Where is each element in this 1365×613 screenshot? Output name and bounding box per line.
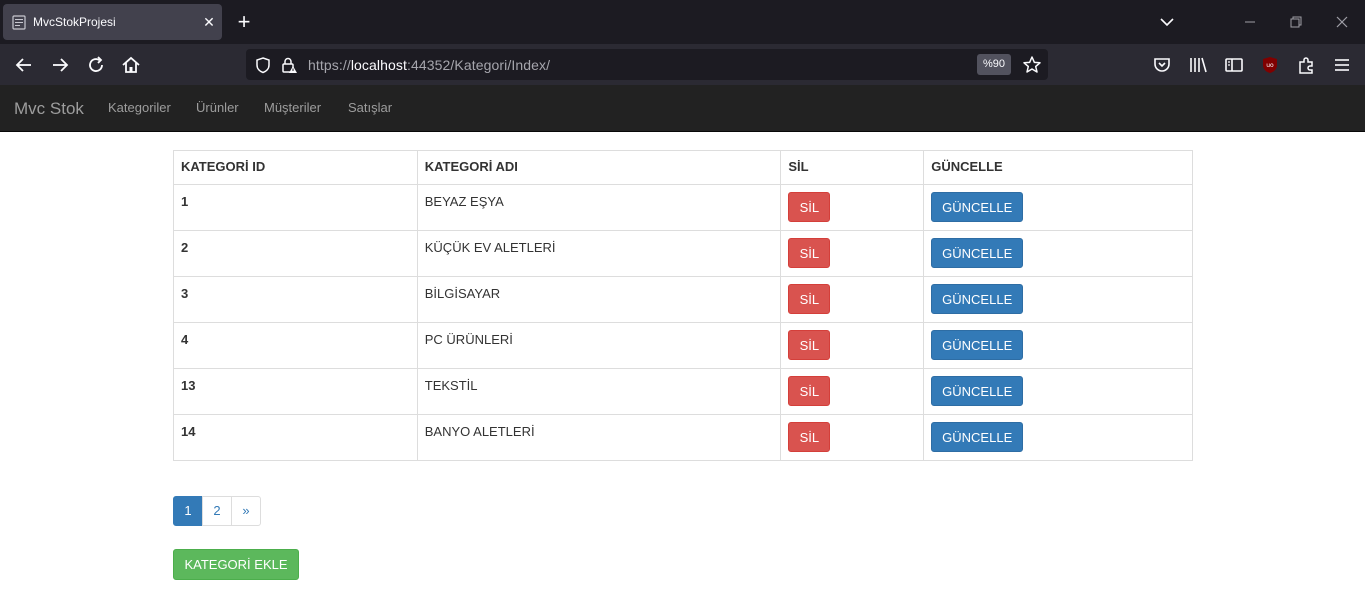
category-name-cell: BANYO ALETLERİ [416,414,782,461]
update-cell: GÜNCELLE [923,368,1193,415]
url-text[interactable]: https://localhost:44352/Kategori/Index/ [308,57,550,73]
star-icon[interactable] [1022,55,1042,75]
update-button[interactable]: GÜNCELLE [931,422,1024,452]
category-name-cell: TEKSTİL [416,368,782,415]
delete-button[interactable]: SİL [788,238,831,268]
new-tab-icon[interactable]: + [233,11,255,33]
site-navbar: Mvc Stok Kategoriler Ürünler Müşteriler … [0,85,1365,132]
delete-cell: SİL [780,414,925,461]
category-id-cell: 13 [173,368,418,415]
shield-icon[interactable] [254,56,272,74]
page-2-button[interactable]: 2 [202,496,232,526]
home-icon[interactable] [119,53,143,77]
update-cell: GÜNCELLE [923,184,1193,231]
pocket-icon[interactable] [1150,53,1174,77]
category-name-cell: BEYAZ EŞYA [416,184,782,231]
window-close-icon[interactable] [1332,12,1352,32]
forward-icon[interactable] [48,53,72,77]
svg-text:uo: uo [1266,62,1274,69]
browser-tab-bar: MvcStokProjesi ✕ + [0,0,1365,44]
update-button[interactable]: GÜNCELLE [931,376,1024,406]
category-id-cell: 1 [173,184,418,231]
delete-button[interactable]: SİL [788,330,831,360]
ublock-icon[interactable]: uo [1258,53,1282,77]
update-cell: GÜNCELLE [923,230,1193,277]
nav-link-urunler[interactable]: Ürünler [196,100,239,115]
delete-cell: SİL [780,184,925,231]
page-icon [12,15,26,30]
pagination: 1 2 » [173,496,261,526]
header-category-id: KATEGORİ ID [173,150,418,185]
category-name-cell: BİLGİSAYAR [416,276,782,323]
table-header-row: KATEGORİ ID KATEGORİ ADI SİL GÜNCELLE [173,150,1193,185]
url-prefix: https:// [308,57,351,73]
update-cell: GÜNCELLE [923,276,1193,323]
category-name-cell: PC ÜRÜNLERİ [416,322,782,369]
add-category-button[interactable]: KATEGORİ EKLE [173,549,299,580]
table-row: 3 BİLGİSAYAR SİL GÜNCELLE [173,276,1193,323]
url-host: localhost [350,57,407,73]
nav-link-kategoriler[interactable]: Kategoriler [108,100,171,115]
delete-button[interactable]: SİL [788,376,831,406]
table-row: 13 TEKSTİL SİL GÜNCELLE [173,368,1193,415]
chevron-down-icon[interactable] [1157,12,1177,32]
sidebar-icon[interactable] [1222,53,1246,77]
nav-link-satislar[interactable]: Satışlar [348,100,392,115]
lock-warning-icon[interactable] [280,56,298,74]
restore-icon[interactable] [1286,12,1306,32]
browser-toolbar: https://localhost:44352/Kategori/Index/ … [0,44,1365,85]
table-row: 4 PC ÜRÜNLERİ SİL GÜNCELLE [173,322,1193,369]
update-cell: GÜNCELLE [923,414,1193,461]
url-bar[interactable]: https://localhost:44352/Kategori/Index/ … [246,49,1048,80]
tab-title: MvcStokProjesi [33,15,116,29]
brand-link[interactable]: Mvc Stok [14,99,84,119]
header-update: GÜNCELLE [923,150,1193,185]
delete-button[interactable]: SİL [788,284,831,314]
category-id-cell: 3 [173,276,418,323]
menu-icon[interactable] [1330,53,1354,77]
update-button[interactable]: GÜNCELLE [931,284,1024,314]
minimize-icon[interactable] [1240,12,1260,32]
table-row: 1 BEYAZ EŞYA SİL GÜNCELLE [173,184,1193,231]
update-button[interactable]: GÜNCELLE [931,330,1024,360]
header-category-name: KATEGORİ ADI [416,150,782,185]
update-button[interactable]: GÜNCELLE [931,238,1024,268]
update-button[interactable]: GÜNCELLE [931,192,1024,222]
zoom-level-badge[interactable]: %90 [977,54,1011,75]
delete-button[interactable]: SİL [788,422,831,452]
category-id-cell: 4 [173,322,418,369]
update-cell: GÜNCELLE [923,322,1193,369]
extensions-icon[interactable] [1294,53,1318,77]
table-row: 2 KÜÇÜK EV ALETLERİ SİL GÜNCELLE [173,230,1193,277]
library-icon[interactable] [1186,53,1210,77]
category-id-cell: 14 [173,414,418,461]
table-row: 14 BANYO ALETLERİ SİL GÜNCELLE [173,414,1193,461]
category-name-cell: KÜÇÜK EV ALETLERİ [416,230,782,277]
category-table: KATEGORİ ID KATEGORİ ADI SİL GÜNCELLE 1 … [173,150,1193,461]
tab-close-icon[interactable]: ✕ [200,13,218,31]
url-path: :44352/Kategori/Index/ [406,57,551,73]
header-delete: SİL [780,150,925,185]
next-page-button[interactable]: » [231,496,261,526]
nav-link-musteriler[interactable]: Müşteriler [264,100,321,115]
delete-cell: SİL [780,230,925,277]
browser-tab[interactable]: MvcStokProjesi ✕ [3,4,222,40]
page-1-button[interactable]: 1 [173,496,203,526]
category-id-cell: 2 [173,230,418,277]
back-icon[interactable] [12,53,36,77]
reload-icon[interactable] [84,53,108,77]
delete-cell: SİL [780,368,925,415]
delete-cell: SİL [780,276,925,323]
delete-button[interactable]: SİL [788,192,831,222]
delete-cell: SİL [780,322,925,369]
